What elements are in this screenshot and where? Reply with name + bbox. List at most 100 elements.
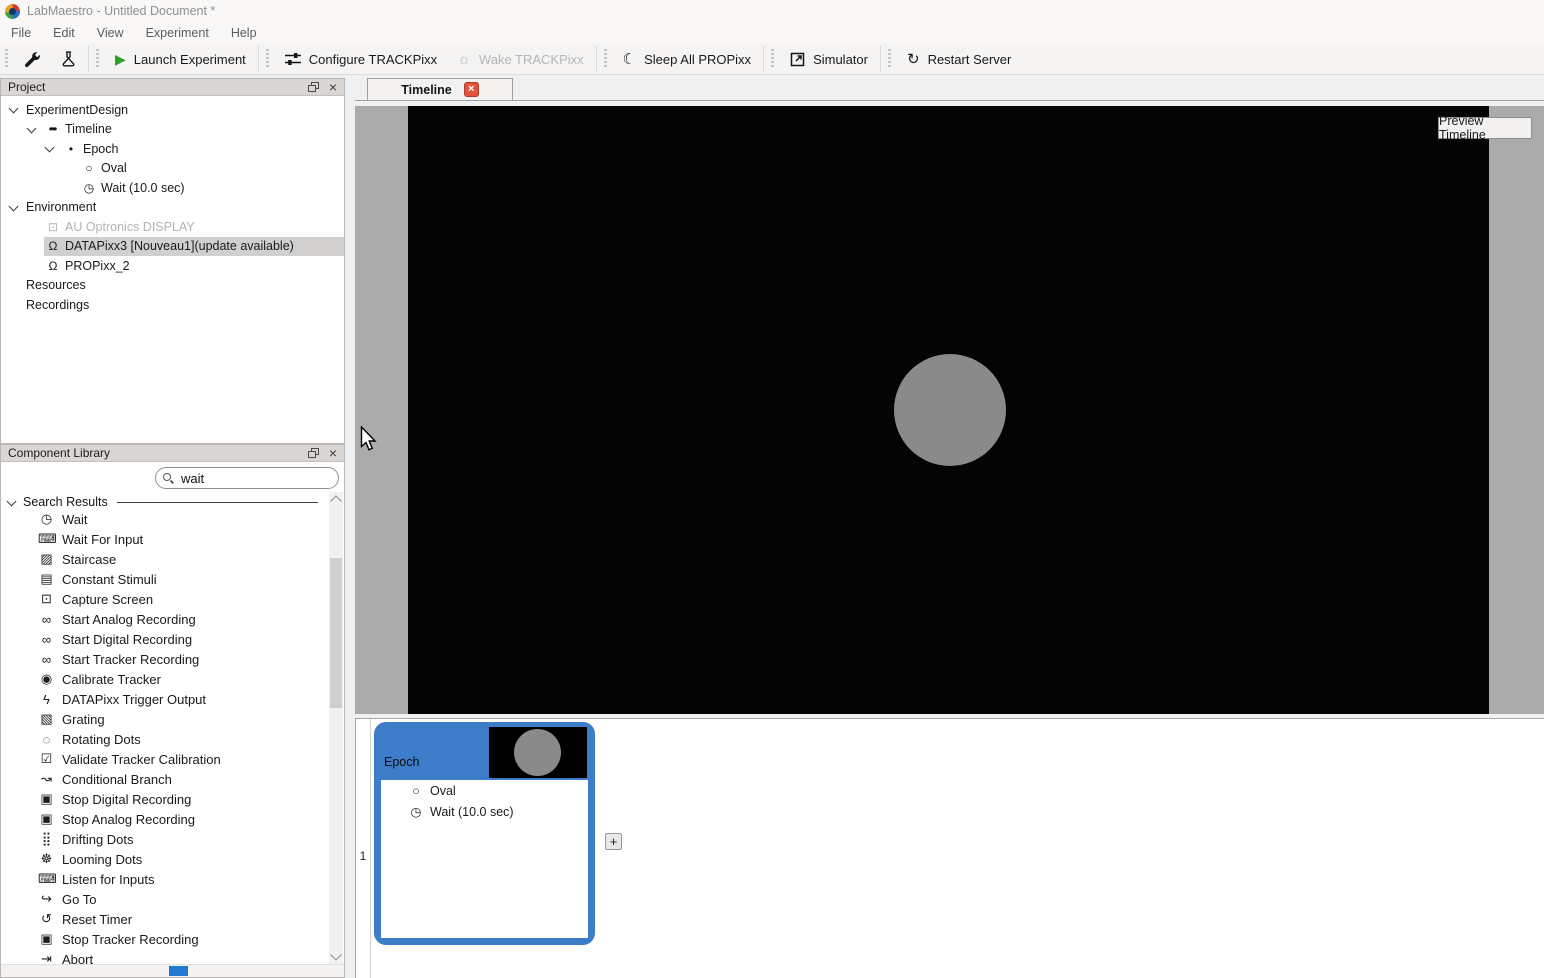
epoch-icon: • <box>62 142 78 156</box>
library-item[interactable]: ⌨ Wait For Input <box>1 529 328 549</box>
sliders-icon <box>285 52 301 66</box>
configure-trackpixx-button[interactable]: Configure TRACKPixx <box>275 49 447 70</box>
search-input[interactable] <box>181 471 357 486</box>
toolbar-drag-handle[interactable] <box>266 49 269 69</box>
epoch-thumbnail-circle <box>514 729 561 776</box>
experiment-flask-button[interactable] <box>51 48 86 70</box>
app-logo-icon <box>5 4 20 19</box>
tree-item[interactable]: Recordings <box>1 295 344 315</box>
library-item[interactable]: ϟ DATAPixx Trigger Output <box>1 689 328 709</box>
library-item[interactable]: ▣ Stop Tracker Recording <box>1 929 328 949</box>
toolbar-drag-handle[interactable] <box>888 49 891 69</box>
tree-item[interactable]: ExperimentDesign <box>1 100 344 120</box>
menu-item[interactable]: File <box>0 26 42 40</box>
wrench-icon <box>24 51 41 68</box>
epoch-block[interactable]: Epoch ○ Oval ◷ Wait (10.0 sec) <box>374 722 595 945</box>
reset-timer-icon: ↺ <box>38 911 55 927</box>
library-item[interactable]: ∞ Start Tracker Recording <box>1 649 328 669</box>
menu-item[interactable]: View <box>86 26 135 40</box>
gutter-divider <box>370 719 371 978</box>
close-panel-icon[interactable]: × <box>329 447 337 459</box>
tree-item[interactable]: ••• Timeline <box>1 120 344 140</box>
scroll-down-icon[interactable] <box>330 949 341 960</box>
settings-wrench-button[interactable] <box>14 48 51 71</box>
library-item[interactable]: ▣ Stop Digital Recording <box>1 789 328 809</box>
tree-item[interactable]: ⊡ AU Optronics DISPLAY <box>1 217 344 237</box>
library-item[interactable]: ↝ Conditional Branch <box>1 769 328 789</box>
toolbar-drag-handle[interactable] <box>604 49 607 69</box>
epoch-thumbnail <box>489 727 587 778</box>
propixx-icon: Ω <box>44 259 60 273</box>
menu-item[interactable]: Edit <box>42 26 86 40</box>
toolbar-drag-handle[interactable] <box>96 49 99 69</box>
epoch-component-item[interactable]: ◷ Wait (10.0 sec) <box>381 801 588 822</box>
library-item[interactable]: ⇥ Abort <box>1 949 328 965</box>
goto-icon: ↪ <box>38 891 55 907</box>
section-divider <box>117 502 318 503</box>
library-item[interactable]: ☑ Validate Tracker Calibration <box>1 749 328 769</box>
tree-item[interactable]: ○ Oval <box>1 159 344 179</box>
library-item[interactable]: ▧ Grating <box>1 709 328 729</box>
library-item[interactable]: ⣿ Drifting Dots <box>1 829 328 849</box>
epoch-component-item[interactable]: ○ Oval <box>381 780 588 801</box>
undock-panel-icon[interactable] <box>308 448 319 458</box>
scroll-up-icon[interactable] <box>330 495 341 506</box>
tree-item[interactable]: • Epoch <box>1 139 344 159</box>
library-item[interactable]: ↺ Reset Timer <box>1 909 328 929</box>
library-list: ◷ Wait ⌨ Wait For Input ▨ Staircase ▤ Co… <box>1 509 328 965</box>
library-item[interactable]: ◷ Wait <box>1 509 328 529</box>
library-item[interactable]: ▨ Staircase <box>1 549 328 569</box>
restart-server-button[interactable]: ↻ Restart Server <box>897 49 1021 70</box>
undock-panel-icon[interactable] <box>308 82 319 92</box>
tab-timeline-label: Timeline <box>401 83 451 97</box>
horizontal-scroll-thumb[interactable] <box>169 966 188 976</box>
display-icon: ⊡ <box>44 220 60 234</box>
library-item[interactable]: ◉ Calibrate Tracker <box>1 669 328 689</box>
vertical-scroll-thumb[interactable] <box>330 558 342 708</box>
library-item[interactable]: ☸ Looming Dots <box>1 849 328 869</box>
library-item[interactable]: ▤ Constant Stimuli <box>1 569 328 589</box>
external-window-icon <box>790 52 805 67</box>
toolbar-drag-handle[interactable] <box>5 49 8 69</box>
chevron-down-icon[interactable] <box>7 497 17 507</box>
wake-trackpixx-button[interactable]: ☼ Wake TRACKPixx <box>447 49 594 70</box>
library-item[interactable]: ∞ Start Analog Recording <box>1 609 328 629</box>
tree-item[interactable]: Resources <box>1 276 344 296</box>
tree-item[interactable]: Ω DATAPixx3 [Nouveau1](update available) <box>1 237 344 257</box>
menu-item[interactable]: Help <box>220 26 268 40</box>
library-item[interactable]: ◌ Rotating Dots <box>1 729 328 749</box>
library-horizontal-scrollbar[interactable] <box>1 964 344 977</box>
chevron-down-icon[interactable] <box>45 143 55 153</box>
close-panel-icon[interactable]: × <box>329 81 337 93</box>
tab-timeline[interactable]: Timeline × <box>367 78 513 100</box>
toolbar-separator <box>88 46 89 72</box>
checklist-icon: ☑ <box>38 751 55 767</box>
tree-item[interactable]: Ω PROPixx_2 <box>1 256 344 276</box>
chevron-down-icon[interactable] <box>27 123 37 133</box>
preview-canvas <box>408 106 1489 714</box>
capture-screen-icon: ⊡ <box>38 591 55 607</box>
library-item[interactable]: ⌨ Listen for Inputs <box>1 869 328 889</box>
library-vertical-scrollbar[interactable] <box>329 492 343 964</box>
toolbar-drag-handle[interactable] <box>771 49 774 69</box>
chevron-down-icon[interactable] <box>9 104 19 114</box>
rotating-dots-icon: ◌ <box>38 732 55 747</box>
preview-timeline-button[interactable]: Preview Timeline <box>1438 117 1532 139</box>
menu-item[interactable]: Experiment <box>135 26 220 40</box>
search-results-section[interactable]: Search Results <box>8 495 318 509</box>
simulator-button[interactable]: Simulator <box>780 49 878 70</box>
library-item[interactable]: ∞ Start Digital Recording <box>1 629 328 649</box>
chevron-down-icon[interactable] <box>9 201 19 211</box>
record-reels-icon: ∞ <box>38 652 55 667</box>
library-item[interactable]: ▣ Stop Analog Recording <box>1 809 328 829</box>
launch-experiment-button[interactable]: ▶ Launch Experiment <box>105 49 256 70</box>
add-epoch-button[interactable]: + <box>605 833 622 850</box>
tree-item[interactable]: ◷ Wait (10.0 sec) <box>1 178 344 198</box>
library-search-box[interactable]: × <box>155 467 339 489</box>
library-item[interactable]: ↪ Go To <box>1 889 328 909</box>
close-tab-icon[interactable]: × <box>464 82 479 97</box>
oval-icon: ○ <box>408 784 424 798</box>
sleep-all-propixx-button[interactable]: ☾ Sleep All PROPixx <box>613 49 761 70</box>
tree-item[interactable]: Environment <box>1 198 344 218</box>
library-item[interactable]: ⊡ Capture Screen <box>1 589 328 609</box>
